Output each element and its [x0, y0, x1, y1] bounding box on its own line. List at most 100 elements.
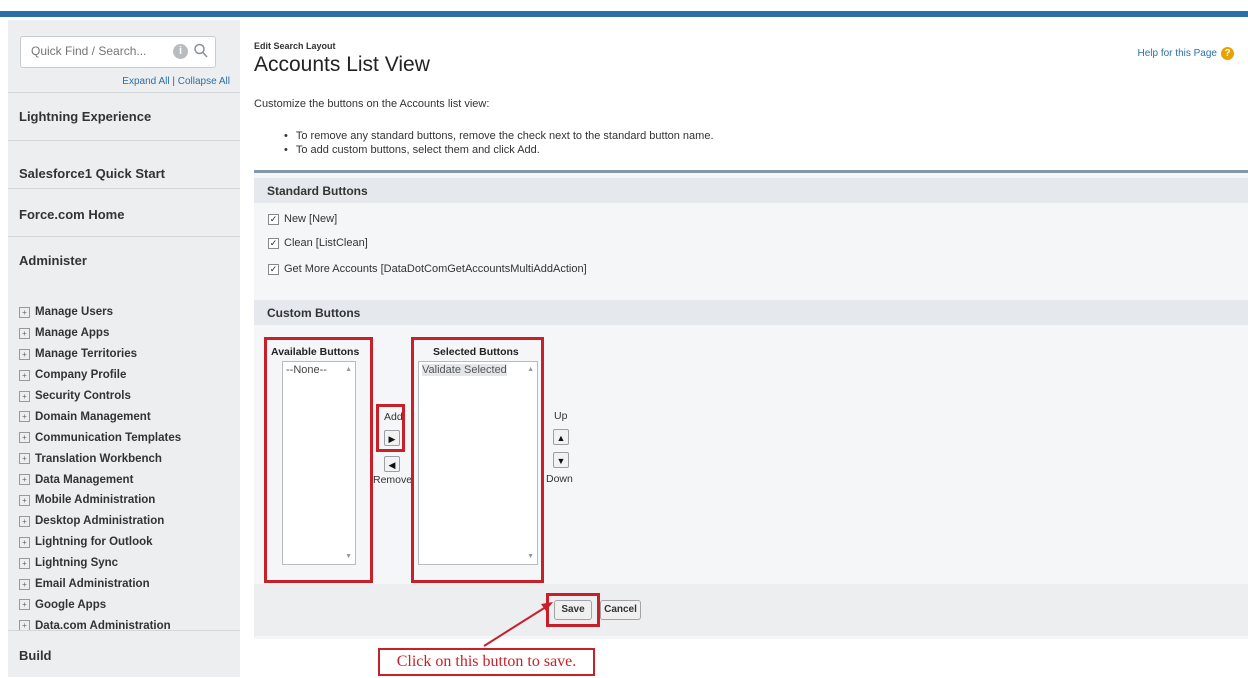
add-label: Add	[384, 411, 403, 423]
separator: |	[172, 76, 175, 87]
sidebar-item-data-management[interactable]: + Data Management	[19, 469, 181, 490]
scroll-up-icon[interactable]: ▲	[345, 366, 352, 373]
help-link-label: Help for this Page	[1137, 48, 1218, 59]
help-icon[interactable]: ?	[1221, 47, 1234, 60]
remove-arrow-button[interactable]: ◀	[384, 456, 400, 472]
checkbox-label: Get More Accounts [DataDotComGetAccounts…	[284, 263, 587, 275]
standard-button-get-more-accounts[interactable]: ✓ Get More Accounts [DataDotComGetAccoun…	[268, 263, 587, 275]
callout-box: Click on this button to save.	[378, 648, 595, 676]
available-buttons-list[interactable]: --None-- ▲ ▼	[282, 361, 356, 565]
administer-list: + Manage Users + Manage Apps + Manage Terri…	[19, 302, 181, 636]
sidebar-section-lightning[interactable]: Lightning Experience	[8, 92, 240, 141]
expand-icon[interactable]: +	[19, 557, 30, 569]
help-link[interactable]: Help for this Page ?	[1137, 47, 1234, 60]
available-buttons-label: Available Buttons	[271, 346, 360, 358]
top-header-bar	[0, 0, 1248, 17]
checkbox-label: Clean [ListClean]	[284, 237, 368, 249]
main-content: Edit Search Layout Accounts List View He…	[254, 17, 1248, 677]
layout-panel: Standard Buttons ✓ New [New] ✓ Clean [Li…	[254, 170, 1248, 639]
sidebar-item-label: Lightning Sync	[35, 557, 119, 570]
checkbox-checked-icon[interactable]: ✓	[268, 213, 279, 225]
save-button[interactable]: Save	[554, 600, 592, 620]
cancel-button[interactable]: Cancel	[600, 600, 641, 620]
standard-button-new[interactable]: ✓ New [New]	[268, 213, 337, 225]
move-up-button[interactable]: ▲	[553, 429, 569, 445]
sidebar-item-translation-workbench[interactable]: + Translation Workbench	[19, 448, 181, 469]
sidebar-item-communication-templates[interactable]: + Communication Templates	[19, 427, 181, 448]
collapse-all-link[interactable]: Collapse All	[178, 76, 230, 87]
sidebar-item-label: Manage Users	[35, 306, 113, 319]
intro-text: Customize the buttons on the Accounts li…	[254, 98, 490, 110]
sidebar-section-title: Build	[19, 648, 52, 663]
list-option-selected[interactable]: Validate Selected	[422, 364, 507, 376]
selected-buttons-label: Selected Buttons	[433, 346, 519, 358]
sidebar-item-domain-management[interactable]: + Domain Management	[19, 406, 181, 427]
expand-icon[interactable]: +	[19, 474, 30, 486]
sidebar-item-desktop-administration[interactable]: + Desktop Administration	[19, 511, 181, 532]
expand-icon[interactable]: +	[19, 515, 30, 527]
expand-icon[interactable]: +	[19, 432, 30, 444]
instruction-item: To add custom buttons, select them and c…	[284, 143, 714, 157]
expand-icon[interactable]: +	[19, 369, 30, 381]
expand-icon[interactable]: +	[19, 327, 30, 339]
form-footer: Save Cancel	[254, 584, 1248, 636]
sidebar-item-mobile-administration[interactable]: + Mobile Administration	[19, 490, 181, 511]
expand-icon[interactable]: +	[19, 306, 30, 318]
sidebar-item-lightning-for-outlook[interactable]: + Lightning for Outlook	[19, 532, 181, 553]
sidebar-item-label: Translation Workbench	[35, 452, 162, 465]
sidebar-item-google-apps[interactable]: + Google Apps	[19, 594, 181, 615]
sidebar-item-label: Domain Management	[35, 410, 151, 423]
sidebar-item-label: Desktop Administration	[35, 515, 165, 528]
checkbox-checked-icon[interactable]: ✓	[268, 237, 279, 249]
sidebar-item-label: Email Administration	[35, 578, 150, 591]
sidebar-item-label: Lightning for Outlook	[35, 536, 153, 549]
move-down-button[interactable]: ▼	[553, 452, 569, 468]
sidebar-item-label: Security Controls	[35, 390, 131, 402]
scroll-up-icon[interactable]: ▲	[527, 366, 534, 373]
section-title: Custom Buttons	[267, 306, 361, 320]
sidebar-item-manage-users[interactable]: + Manage Users	[19, 302, 181, 323]
sidebar-item-label: Google Apps	[35, 598, 107, 611]
scroll-down-icon[interactable]: ▼	[345, 553, 352, 560]
quick-find-input[interactable]	[29, 43, 173, 59]
down-label: Down	[546, 473, 573, 485]
section-title: Standard Buttons	[267, 184, 368, 198]
sidebar-section-title: Lightning Experience	[19, 109, 152, 124]
expand-icon[interactable]: +	[19, 390, 30, 402]
search-icon[interactable]	[193, 42, 209, 60]
sidebar-item-email-administration[interactable]: + Email Administration	[19, 574, 181, 595]
sidebar-item-manage-apps[interactable]: + Manage Apps	[19, 323, 181, 344]
sidebar-section-build[interactable]: Build	[8, 630, 240, 678]
breadcrumb: Edit Search Layout	[254, 41, 336, 51]
expand-all-link[interactable]: Expand All	[122, 76, 169, 87]
sidebar-item-label: Mobile Administration	[35, 494, 156, 507]
expand-icon[interactable]: +	[19, 599, 30, 611]
info-icon[interactable]: i	[173, 44, 188, 59]
sidebar-item-company-profile[interactable]: + Company Profile	[19, 365, 181, 386]
sidebar-item-security-controls[interactable]: + Security Controls	[19, 386, 181, 407]
expand-icon[interactable]: +	[19, 453, 30, 465]
expand-icon[interactable]: +	[19, 578, 30, 590]
standard-buttons-header: Standard Buttons	[254, 178, 1248, 203]
sidebar-section-salesforce1[interactable]: Salesforce1 Quick Start	[8, 140, 240, 189]
checkbox-checked-icon[interactable]: ✓	[268, 263, 279, 275]
list-option[interactable]: --None--	[286, 364, 327, 376]
expand-icon[interactable]: +	[19, 494, 30, 506]
remove-label: Remove	[373, 474, 413, 486]
selected-buttons-list[interactable]: Validate Selected ▲ ▼	[418, 361, 538, 565]
scroll-down-icon[interactable]: ▼	[527, 553, 534, 560]
sidebar-section-forcecom[interactable]: Force.com Home	[8, 188, 240, 237]
add-arrow-button[interactable]: ▶	[384, 430, 400, 446]
standard-button-clean[interactable]: ✓ Clean [ListClean]	[268, 237, 368, 249]
sidebar-item-manage-territories[interactable]: + Manage Territories	[19, 344, 181, 365]
sidebar-item-lightning-sync[interactable]: + Lightning Sync	[19, 553, 181, 574]
expand-icon[interactable]: +	[19, 536, 30, 548]
expand-icon[interactable]: +	[19, 411, 30, 423]
sidebar-item-label: Data Management	[35, 473, 134, 486]
sidebar-section-title: Force.com Home	[19, 207, 125, 222]
sidebar-item-label: Company Profile	[35, 369, 127, 382]
sidebar-item-label: Manage Apps	[35, 327, 110, 340]
quick-find-box[interactable]: i	[20, 36, 216, 68]
expand-icon[interactable]: +	[19, 348, 30, 360]
sidebar-section-title: Administer	[19, 253, 87, 268]
